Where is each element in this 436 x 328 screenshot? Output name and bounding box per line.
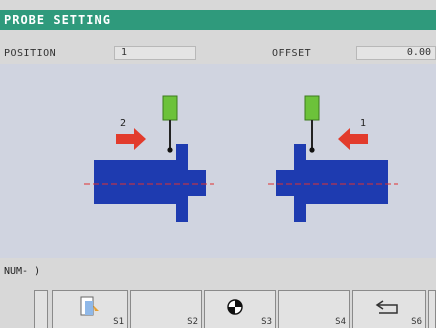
settings-row: POSITION 1 OFFSET 0.00 [0,40,436,62]
right-probe-body [304,95,320,121]
num-input-label: NUM- [4,266,29,277]
num-input-value: ) [34,266,41,277]
right-probe-tip [309,147,315,153]
softkey-s4[interactable]: S4 [278,290,350,328]
right-stub [276,170,294,196]
left-stub [188,170,206,196]
left-probe-body [162,95,178,121]
softkey-s1-label: S1 [113,317,124,327]
right-flange [294,144,306,222]
num-input-line[interactable]: NUM- ) [4,266,40,277]
softkey-s4-label: S4 [335,317,346,327]
left-shaft [94,160,176,204]
right-probe-number: 1 [360,118,366,129]
right-workpiece [268,144,398,222]
right-arrow-icon [116,128,146,150]
softkey-s2-label: S2 [187,317,198,327]
left-arrow-icon [338,128,368,150]
offset-label: OFFSET [272,48,312,59]
probe-diagram-svg: 2 1 [84,95,398,222]
position-field[interactable]: 1 [114,46,196,60]
probe-diagram: 2 1 [0,64,436,258]
offset-field[interactable]: 0.00 [356,46,436,60]
softkey-left-edge[interactable] [34,290,48,328]
softkey-bar: S1 S2 S3 S4 S6 [0,286,436,328]
position-label: POSITION [4,48,57,59]
softkey-s1[interactable]: S1 [52,290,128,328]
left-workpiece [84,144,214,222]
probe-setting-screen: PROBE SETTING POSITION 1 OFFSET 0.00 2 1… [0,0,436,328]
softkey-s3[interactable]: S3 [204,290,276,328]
left-probe [162,95,178,153]
right-probe [304,95,320,153]
left-flange [176,144,188,222]
left-probe-number: 2 [120,118,126,129]
softkey-s6-label: S6 [411,317,422,327]
left-probe-tip [167,147,173,153]
softkey-s2[interactable]: S2 [130,290,202,328]
softkey-s6[interactable]: S6 [352,290,426,328]
softkey-right-edge[interactable] [428,290,436,328]
right-shaft [306,160,388,204]
screen-title: PROBE SETTING [0,10,436,30]
softkey-s3-label: S3 [261,317,272,327]
